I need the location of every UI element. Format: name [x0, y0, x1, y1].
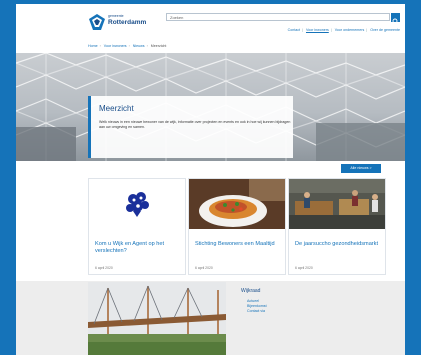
news-card-image — [89, 179, 185, 229]
pasta-photo — [189, 179, 285, 229]
news-card[interactable]: Stichting Bewoners een Maaltijd 6 april … — [188, 178, 286, 275]
top-link-contact[interactable]: Contact — [288, 28, 300, 32]
site-logo[interactable]: gemeente Rotterdamm — [88, 12, 148, 34]
news-card-title[interactable]: Kom u Wijk en Agent op het verslechten? — [95, 241, 181, 255]
search-input[interactable]: Zoeken — [166, 13, 390, 21]
footer-title: Wijkraad — [241, 288, 261, 294]
hero-banner: Meerzicht Welk nieuws in een nieuwe bewo… — [16, 53, 405, 161]
hero-intro-card: Meerzicht Welk nieuws in een nieuwe bewo… — [88, 96, 293, 158]
bridge-image — [88, 282, 226, 355]
breadcrumb: Home › Voor inwoners › Nieuws › Meerzicht — [88, 44, 167, 48]
page-frame: gemeente Rotterdamm Zoeken Contact | Voor… — [16, 0, 405, 355]
breadcrumb-home[interactable]: Home — [88, 44, 98, 48]
logo-big-text: Rotterdamm — [108, 19, 147, 26]
news-card-image — [189, 179, 285, 229]
news-card-title[interactable]: Stichting Bewoners een Maaltijd — [195, 241, 281, 248]
footer-link[interactable]: Contact via — [247, 309, 267, 314]
all-news-button[interactable]: Alle nieuws > — [341, 164, 381, 173]
search-button[interactable] — [391, 13, 400, 25]
news-card[interactable]: De jaarsuccho gezondheidsmarkt 6 april 2… — [288, 178, 386, 275]
news-card[interactable]: Kom u Wijk en Agent op het verslechten? … — [88, 178, 186, 275]
top-accent-bar — [16, 0, 405, 4]
logo-small-text: gemeente — [108, 14, 124, 18]
top-link-municipality[interactable]: Over de gemeente — [370, 28, 400, 32]
breadcrumb-news[interactable]: Nieuws — [133, 44, 145, 48]
top-navigation: Contact | Voor inwoners | Voor ondernemers… — [287, 28, 400, 32]
news-card-date: 6 april 2020 — [295, 266, 313, 270]
market-photo — [289, 179, 385, 229]
news-card-date: 6 april 2020 — [95, 266, 113, 270]
search-icon — [392, 18, 399, 25]
footer-links: Actueel Bijeenkomst Contact via — [247, 299, 267, 314]
page-title: Meerzicht — [99, 104, 134, 113]
breadcrumb-residents[interactable]: Voor inwoners — [104, 44, 127, 48]
news-card-image — [289, 179, 385, 229]
heart-cluster-icon — [126, 192, 149, 217]
top-link-residents[interactable]: Voor inwoners — [306, 28, 329, 32]
footer-bridge-photo — [88, 282, 226, 355]
news-card-date: 6 april 2020 — [195, 266, 213, 270]
hero-intro-text: Welk nieuws in een nieuwe bewoner van de… — [99, 120, 291, 129]
logo-emblem-icon — [89, 14, 105, 30]
news-card-title[interactable]: De jaarsuccho gezondheidsmarkt — [295, 241, 381, 248]
top-link-business[interactable]: Voor ondernemers — [335, 28, 365, 32]
breadcrumb-current: Meerzicht — [150, 44, 167, 48]
